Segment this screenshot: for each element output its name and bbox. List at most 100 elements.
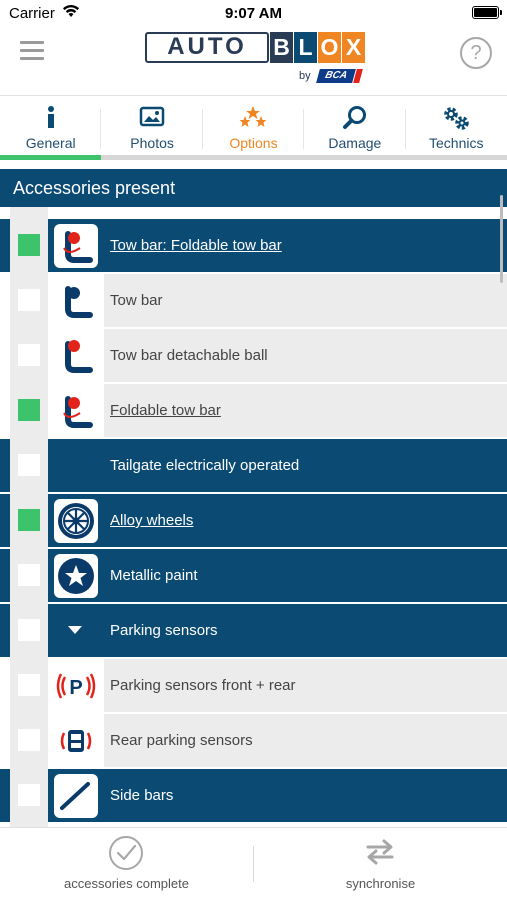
bca-logo: BCA [316,69,363,83]
accessory-row-body[interactable]: Tow bar [48,274,507,327]
accessory-label[interactable]: Alloy wheels [110,494,193,547]
checkbox-unchecked[interactable] [18,784,40,806]
checkbox-unchecked[interactable] [18,619,40,641]
tab-label: Photos [130,135,174,151]
accessory-row[interactable]: Parking sensors [0,604,507,657]
accessory-row[interactable]: Side bars [0,769,507,822]
alloy-wheel-icon [54,499,98,543]
section-header-accessories: Accessories present [0,169,507,207]
accessory-row-body[interactable]: P Parking sensors front + rear [48,659,507,712]
accessory-row-body[interactable]: Alloy wheels [48,494,507,547]
tow-bar-icon [54,279,98,323]
tab-general[interactable]: General [0,97,102,160]
accessory-row[interactable]: Rear parking sensors [0,714,507,767]
accessory-row[interactable]: P Parking sensors front + rear [0,659,507,712]
app-screen: Carrier 9:07 AM AUTO BLOX by BCA ? Gener… [0,0,507,900]
accessory-row[interactable]: Tow bar: Foldable tow bar [0,219,507,272]
autoblox-logo: AUTO BLOX by BCA [145,32,365,88]
accessory-row-body[interactable]: Parking sensors [48,604,507,657]
accessory-list[interactable]: Tow bar: Foldable tow bar Tow bar Tow bar … [0,207,507,827]
checkbox-unchecked[interactable] [18,729,40,751]
accessory-row[interactable]: Metallic paint [0,549,507,602]
accessories-complete-label: accessories complete [64,876,189,891]
tab-progress-bar [405,155,507,160]
tab-label: Technics [429,135,484,151]
tab-damage[interactable]: Damage [304,97,406,160]
tab-label: Options [229,135,278,151]
tab-progress-bar [202,155,305,160]
metallic-paint-icon [54,554,98,598]
accessory-row[interactable]: Tow bar detachable ball [0,329,507,382]
accessory-label: Tow bar [110,292,163,309]
tab-photos[interactable]: Photos [101,97,203,160]
tab-bar: General Photos Options Damage Technics [0,97,507,160]
checkbox-checked[interactable] [18,509,40,531]
logo-auto-text: AUTO [145,32,269,63]
tab-options[interactable]: Options [202,97,305,160]
accessory-row[interactable]: Tailgate electrically operated [0,439,507,492]
tab-label: Damage [328,135,382,151]
logo-letter: O [318,32,341,63]
synchronise-button[interactable]: synchronise [254,828,507,900]
status-bar: Carrier 9:07 AM [0,0,507,28]
accessory-row-body[interactable]: Rear parking sensors [48,714,507,767]
accessory-label[interactable]: Tow bar: Foldable tow bar [110,219,282,272]
stars-icon [238,105,268,134]
gears-icon [441,105,471,136]
accessory-label: Parking sensors [110,622,218,639]
svg-text:P: P [69,677,82,699]
accessory-label: Parking sensors front + rear [110,677,296,694]
accessory-row[interactable]: Foldable tow bar [0,384,507,437]
accessory-label: Tow bar detachable ball [110,347,268,364]
accessory-label: Metallic paint [110,567,198,584]
checkbox-unchecked[interactable] [18,344,40,366]
accessory-row-body[interactable]: Tow bar detachable ball [48,329,507,382]
help-icon[interactable]: ? [460,37,492,69]
checkmark-circle-icon [109,836,143,870]
hamburger-menu-icon[interactable] [20,41,44,61]
accessory-label[interactable]: Foldable tow bar [110,384,221,437]
tab-progress-bar [304,155,406,160]
bca-logo-text: BCA [316,69,356,83]
checkbox-checked[interactable] [18,234,40,256]
parking-sensor-front-rear-icon: P [54,664,98,708]
list-scrollbar[interactable] [500,195,503,283]
accessory-label: Tailgate electrically operated [110,457,300,474]
accessory-row-body[interactable]: Side bars [48,769,507,822]
accessory-row-body[interactable]: Foldable tow bar [48,384,507,437]
checkbox-unchecked[interactable] [18,674,40,696]
tab-progress-bar [0,155,102,160]
side-bars-icon [54,774,98,818]
tab-technics[interactable]: Technics [405,97,507,160]
tow-bar-detachable-icon [54,334,98,378]
logo-blox-letters: BLOX [269,32,365,63]
checkbox-unchecked[interactable] [18,454,40,476]
tow-bar-foldable-icon [54,389,98,433]
accessory-row[interactable]: Alloy wheels [0,494,507,547]
accessory-row-body[interactable]: Tow bar: Foldable tow bar [48,219,507,272]
bottom-action-bar: accessories complete synchronise [0,827,507,900]
accessory-row-body[interactable]: Metallic paint [48,549,507,602]
synchronise-label: synchronise [345,876,416,891]
checkbox-checked[interactable] [18,399,40,421]
checkbox-unchecked[interactable] [18,289,40,311]
clock: 9:07 AM [225,5,282,22]
info-icon [44,105,58,134]
accessory-label: Rear parking sensors [110,732,253,749]
caret-down-icon[interactable] [68,626,82,634]
app-header: AUTO BLOX by BCA ? [0,28,507,96]
sync-arrows-icon [366,839,394,865]
accessory-row-body[interactable]: Tailgate electrically operated [48,439,507,492]
accessory-row[interactable]: Tow bar [0,274,507,327]
accessory-label: Side bars [110,787,174,804]
accessories-complete-button[interactable]: accessories complete [0,828,253,900]
tab-label: General [25,135,76,151]
logo-letter: B [270,32,293,63]
checkbox-unchecked[interactable] [18,564,40,586]
magnifier-icon [342,105,368,136]
logo-letter: L [294,32,317,63]
rear-parking-sensor-icon [54,719,98,763]
tab-progress-bar [101,155,203,160]
tow-bar-foldable-icon [54,224,98,268]
photo-icon [139,105,165,132]
